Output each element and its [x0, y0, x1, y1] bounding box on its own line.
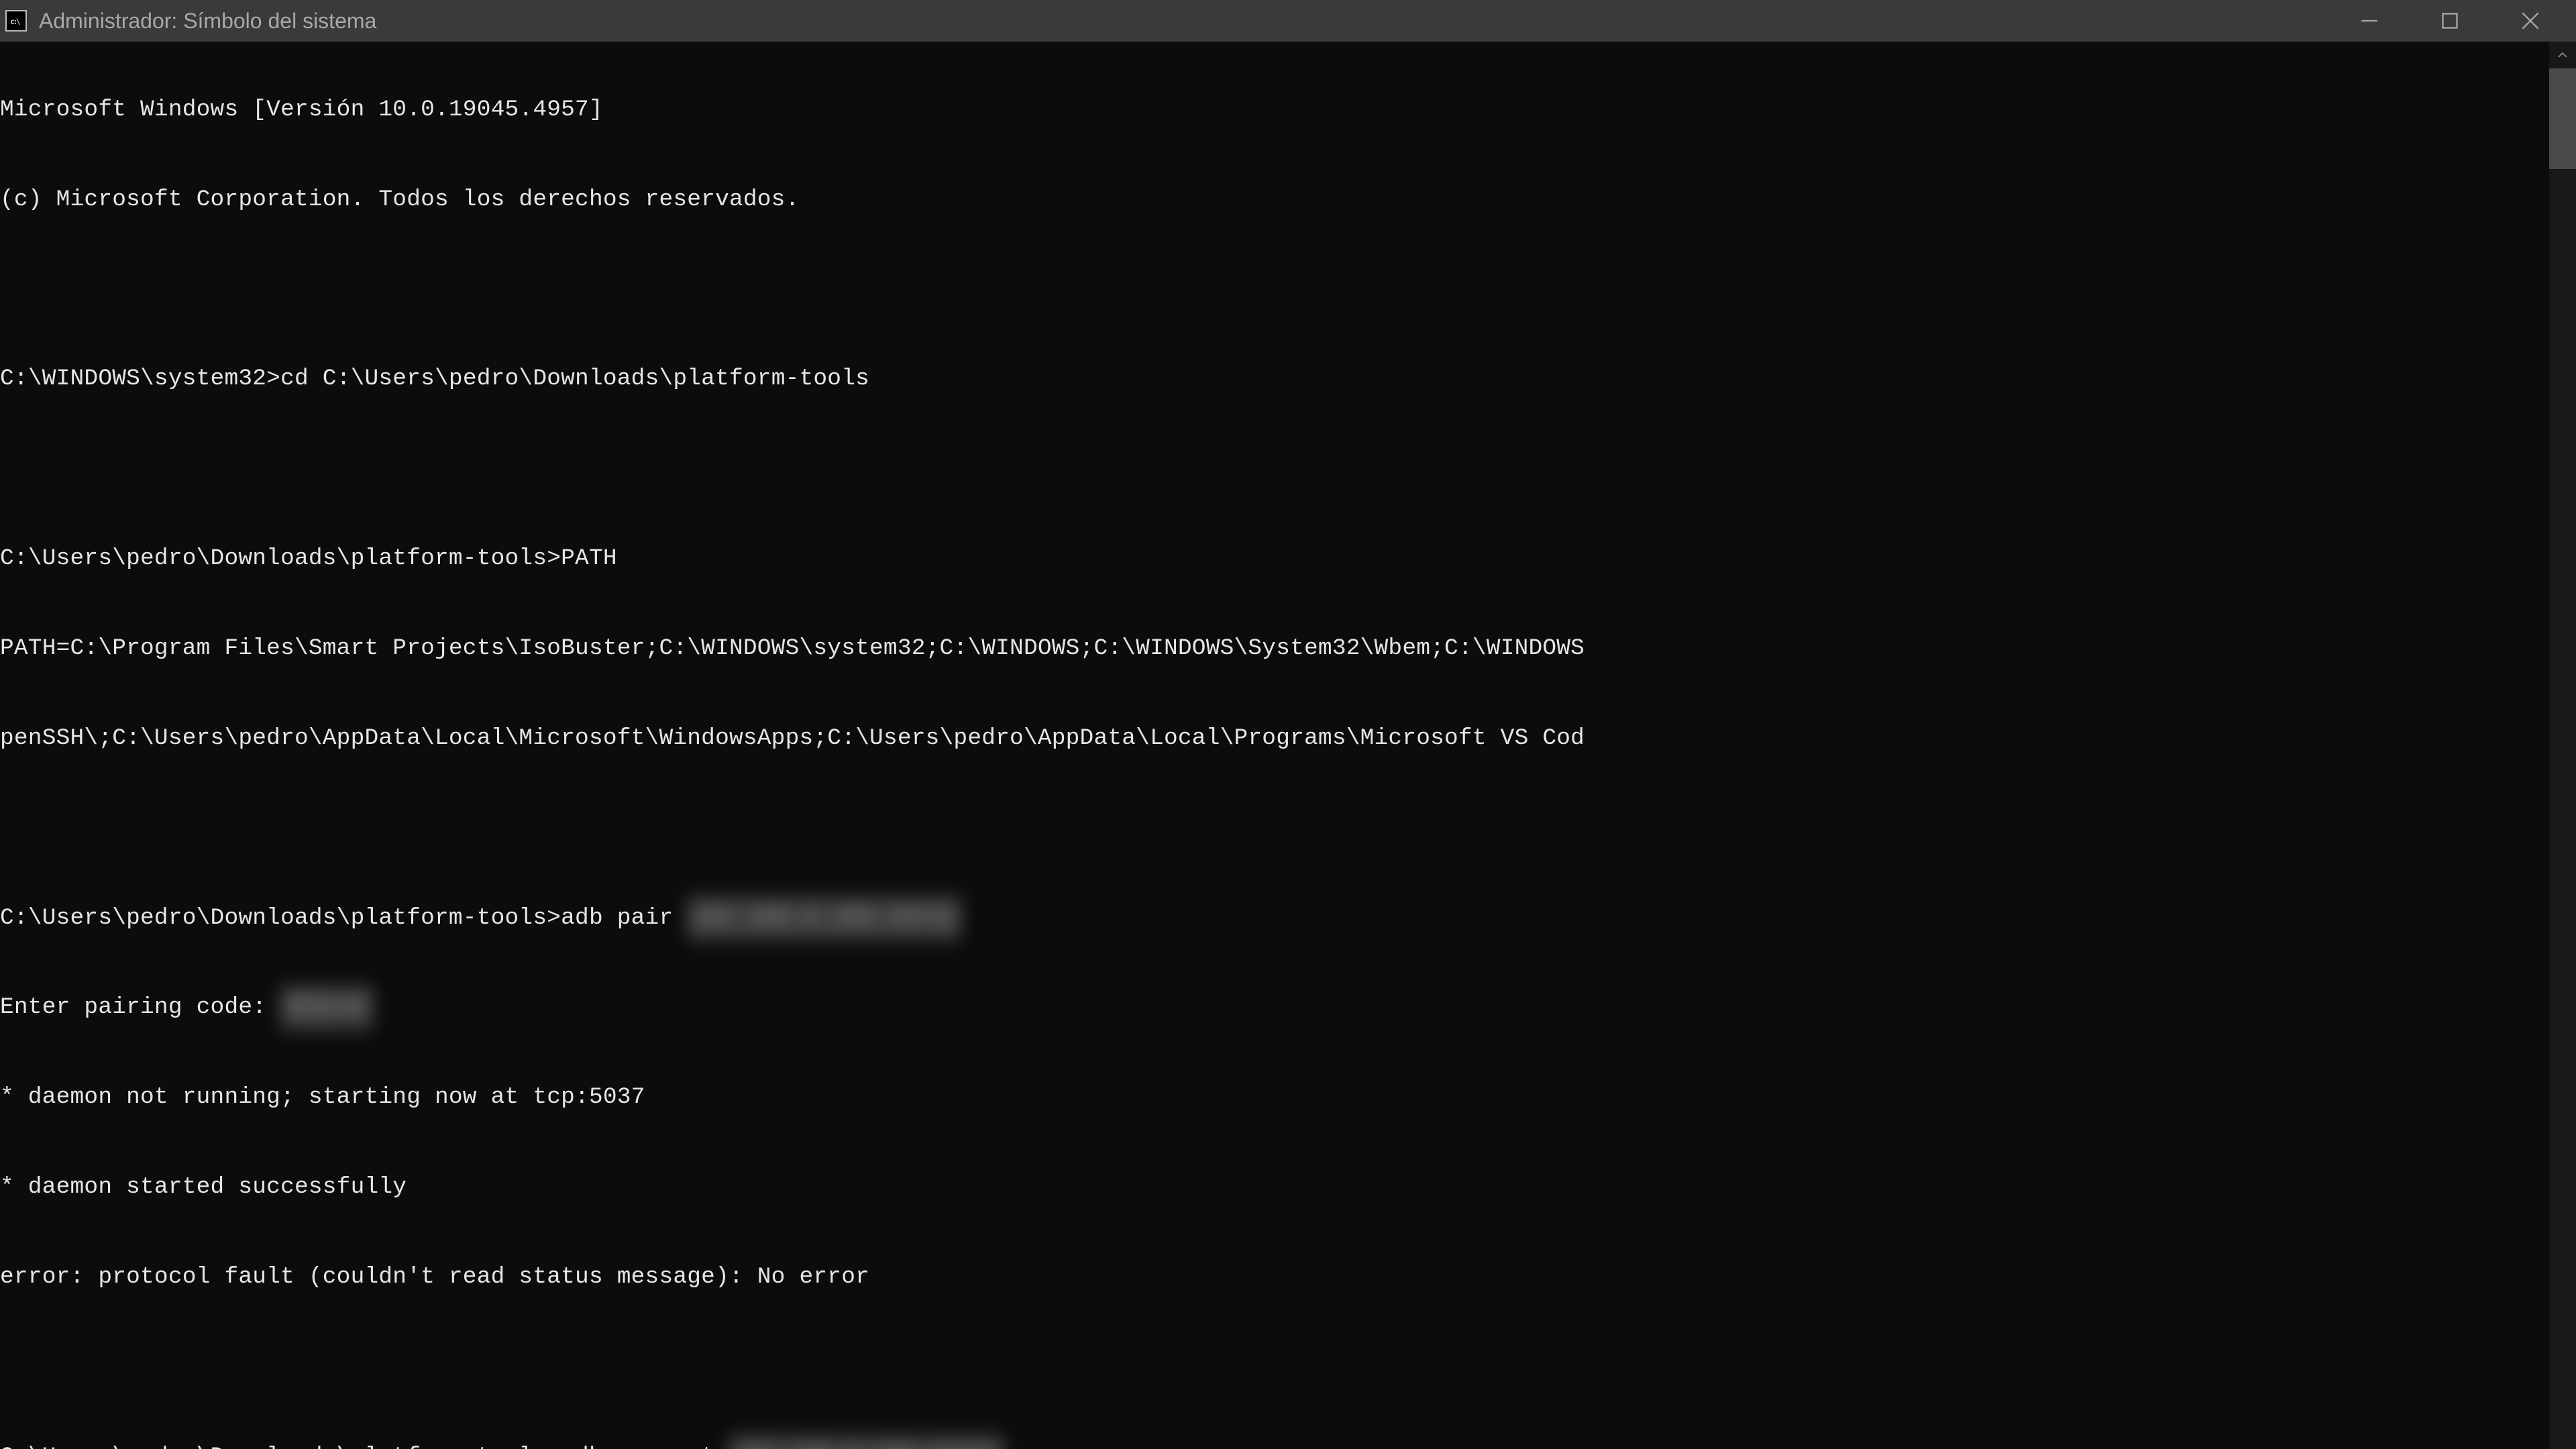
redacted-ip-port: 192.168.0.105:43721: [729, 1435, 1004, 1449]
window-title: Administrador: Símbolo del sistema: [39, 9, 2329, 34]
close-button[interactable]: [2490, 0, 2571, 42]
blank-line: [0, 268, 2576, 313]
prompt: C:\Users\pedro\Downloads\platform-tools>: [0, 537, 561, 582]
pairing-code-label: Enter pairing code:: [0, 985, 280, 1030]
command-prompt-window: c:\ Administrador: Símbolo del sistema M…: [0, 0, 2576, 1449]
pairing-code-prompt: Enter pairing code: 856143: [0, 985, 2576, 1030]
prompt: C:\Users\pedro\Downloads\platform-tools>: [0, 896, 561, 941]
output-line: * daemon started successfully: [0, 1165, 2576, 1210]
blank-line: [0, 447, 2576, 492]
prompt: C:\Users\pedro\Downloads\platform-tools>: [0, 1435, 561, 1449]
command-line: C:\Users\pedro\Downloads\platform-tools>…: [0, 1435, 2576, 1449]
cmd-app-icon: c:\: [5, 10, 27, 32]
maximize-button[interactable]: [2410, 0, 2490, 42]
command-line: C:\Users\pedro\Downloads\platform-tools>…: [0, 896, 2576, 941]
title-bar[interactable]: c:\ Administrador: Símbolo del sistema: [0, 0, 2576, 42]
command-line: C:\Users\pedro\Downloads\platform-tools>…: [0, 537, 2576, 582]
command-text: cd C:\Users\pedro\Downloads\platform-too…: [280, 357, 869, 402]
command-text: adb connect: [561, 1435, 729, 1449]
output-line: PATH=C:\Program Files\Smart Projects\Iso…: [0, 627, 2576, 672]
banner-line: Microsoft Windows [Versión 10.0.19045.49…: [0, 88, 2576, 133]
output-line: * daemon not running; starting now at tc…: [0, 1075, 2576, 1120]
minimize-button[interactable]: [2329, 0, 2410, 42]
blank-line: [0, 1345, 2576, 1390]
command-line: C:\WINDOWS\system32>cd C:\Users\pedro\Do…: [0, 357, 2576, 402]
terminal-area[interactable]: Microsoft Windows [Versión 10.0.19045.49…: [0, 42, 2576, 1449]
window-controls: [2329, 0, 2571, 42]
command-text: PATH: [561, 537, 617, 582]
scrollbar-up-arrow-icon[interactable]: [2549, 42, 2576, 68]
prompt: C:\WINDOWS\system32>: [0, 357, 280, 402]
redacted-ip-port: 192.168.0.105:43721: [687, 896, 961, 941]
terminal-content[interactable]: Microsoft Windows [Versión 10.0.19045.49…: [0, 42, 2576, 1449]
banner-line: (c) Microsoft Corporation. Todos los der…: [0, 178, 2576, 223]
redacted-pairing-code: 856143: [280, 985, 372, 1030]
command-text: adb pair: [561, 896, 687, 941]
scrollbar-thumb[interactable]: [2549, 68, 2576, 169]
vertical-scrollbar[interactable]: [2549, 42, 2576, 1449]
error-line: error: protocol fault (couldn't read sta…: [0, 1255, 2576, 1300]
output-line: penSSH\;C:\Users\pedro\AppData\Local\Mic…: [0, 716, 2576, 761]
blank-line: [0, 806, 2576, 851]
